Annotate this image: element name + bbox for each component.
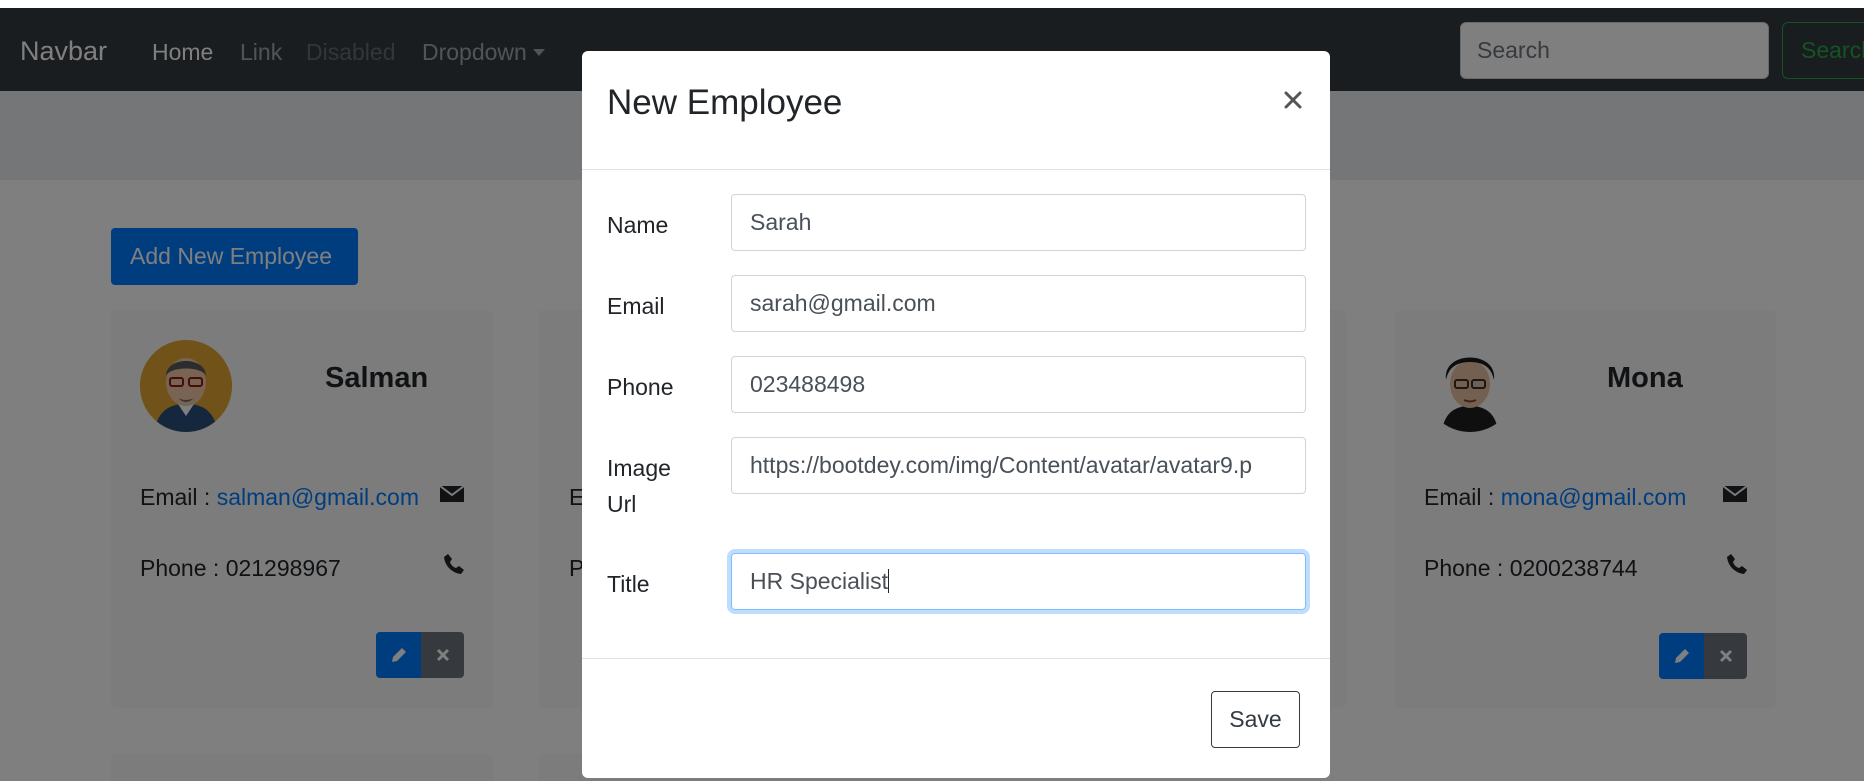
modal-footer: Save bbox=[582, 658, 1330, 778]
image-url-input[interactable]: https://bootdey.com/img/Content/avatar/a… bbox=[731, 437, 1306, 494]
name-input[interactable]: Sarah bbox=[731, 194, 1306, 251]
save-button[interactable]: Save bbox=[1211, 691, 1300, 748]
email-label: Email bbox=[607, 293, 665, 319]
email-input[interactable]: sarah@gmail.com bbox=[731, 275, 1306, 332]
text-cursor bbox=[888, 569, 890, 593]
image-url-label-line2: Url bbox=[607, 491, 637, 517]
window-top-strip bbox=[0, 0, 1864, 8]
title-input[interactable]: HR Specialist bbox=[731, 553, 1306, 610]
name-label: Name bbox=[607, 212, 669, 238]
close-icon bbox=[1284, 91, 1302, 109]
title-label: Title bbox=[607, 571, 650, 597]
modal-header: New Employee bbox=[582, 51, 1330, 170]
new-employee-modal: New Employee Name Sarah Email sarah@gmai… bbox=[582, 51, 1330, 778]
title-input-value: HR Specialist bbox=[750, 568, 889, 594]
modal-title: New Employee bbox=[607, 83, 843, 122]
image-url-label-line1: Image bbox=[607, 455, 671, 481]
phone-label: Phone bbox=[607, 374, 674, 400]
modal-close-button[interactable] bbox=[1278, 85, 1308, 115]
image-url-label: Image Url bbox=[607, 450, 671, 522]
phone-input[interactable]: 023488498 bbox=[731, 356, 1306, 413]
